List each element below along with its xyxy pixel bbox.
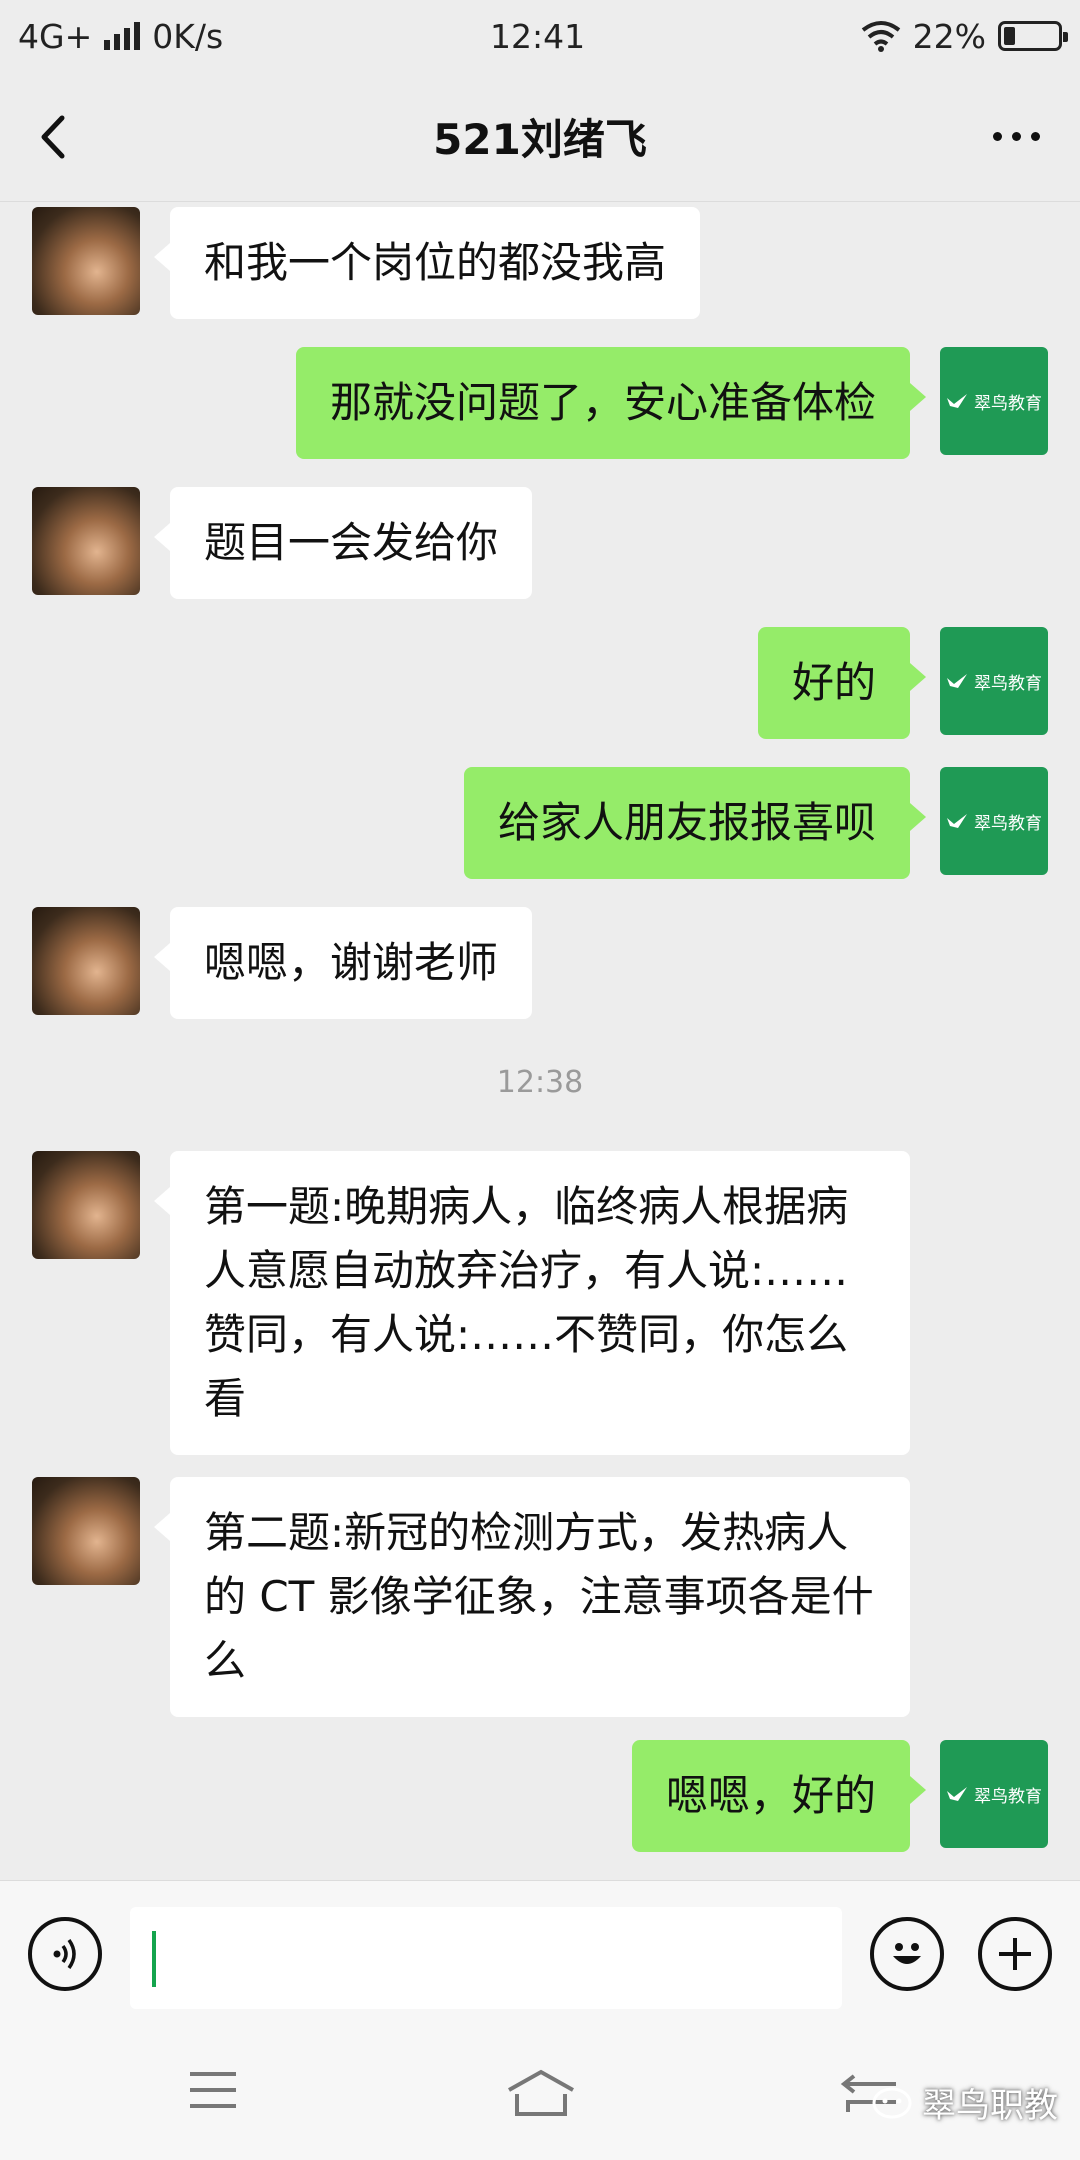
message-bubble[interactable]: 给家人朋友报报喜呗 bbox=[463, 767, 927, 879]
status-time: 12:41 bbox=[490, 16, 586, 56]
message-bubble[interactable]: 题目一会发给你 bbox=[153, 487, 533, 599]
menu-icon[interactable] bbox=[188, 2068, 238, 2112]
self-avatar[interactable]: 翠鸟教育 bbox=[940, 347, 1048, 455]
contact-avatar[interactable] bbox=[32, 907, 140, 1015]
self-avatar[interactable]: 翠鸟教育 bbox=[940, 767, 1048, 875]
battery-percent: 22% bbox=[912, 16, 986, 56]
battery-icon bbox=[998, 21, 1068, 51]
signal-icon bbox=[104, 22, 141, 50]
home-icon[interactable] bbox=[505, 2068, 577, 2118]
message-bubble[interactable]: 嗯嗯，好的 bbox=[631, 1740, 927, 1852]
bird-logo-icon bbox=[947, 1787, 967, 1801]
emoji-icon bbox=[893, 1943, 921, 1964]
more-options-icon[interactable] bbox=[993, 132, 1040, 141]
message-bubble[interactable]: 第二题:新冠的检测方式，发热病人的 CT 影像学征象，注意事项各是什么 bbox=[154, 1477, 910, 1717]
contact-avatar[interactable] bbox=[32, 1151, 140, 1259]
emoji-button[interactable] bbox=[870, 1917, 944, 1991]
watermark-text: 翠鸟职教 bbox=[922, 2086, 1058, 2126]
network-speed: 0K/s bbox=[152, 16, 224, 56]
system-navigation-bar: 翠鸟职教 bbox=[0, 2030, 1080, 2160]
bird-logo-icon bbox=[947, 814, 967, 828]
message-bubble[interactable]: 和我一个岗位的都没我高 bbox=[153, 207, 701, 319]
status-left: 4G+ 0K/s bbox=[18, 17, 223, 56]
bird-logo-icon bbox=[947, 394, 967, 408]
message-bubble[interactable]: 第一题:晚期病人，临终病人根据病人意愿自动放弃治疗，有人说:……赞同，有人说:…… bbox=[154, 1151, 910, 1455]
message-bubble[interactable]: 那就没问题了，安心准备体检 bbox=[295, 347, 927, 459]
back-icon[interactable] bbox=[30, 112, 80, 162]
network-type: 4G+ bbox=[18, 16, 93, 56]
contact-avatar[interactable] bbox=[32, 487, 140, 595]
message-bubble[interactable]: 好的 bbox=[757, 627, 927, 739]
contact-avatar[interactable] bbox=[32, 1477, 140, 1585]
voice-input-button[interactable] bbox=[28, 1917, 102, 1991]
message-timestamp: 12:38 bbox=[496, 1065, 584, 1100]
contact-avatar[interactable] bbox=[32, 207, 140, 315]
self-avatar[interactable]: 翠鸟教育 bbox=[940, 627, 1048, 735]
message-bubble[interactable]: 嗯嗯，谢谢老师 bbox=[153, 907, 533, 1019]
watermark: 翠鸟职教 bbox=[872, 2078, 1058, 2127]
wechat-channel-icon bbox=[872, 2087, 912, 2118]
text-caret bbox=[152, 1931, 156, 1987]
plus-icon bbox=[999, 1938, 1031, 1970]
message-input[interactable] bbox=[130, 1907, 842, 2009]
more-functions-button[interactable] bbox=[978, 1917, 1052, 1991]
self-avatar[interactable]: 翠鸟教育 bbox=[940, 1740, 1048, 1848]
input-bar bbox=[0, 1880, 1080, 2030]
wifi-icon bbox=[861, 21, 900, 52]
message-list[interactable]: 和我一个岗位的都没我高 翠鸟教育 那就没问题了，安心准备体检 题目一会发给你 翠… bbox=[0, 203, 1080, 1880]
chat-title: 521刘绪飞 bbox=[433, 115, 647, 164]
status-right: 22% bbox=[861, 16, 1068, 56]
status-bar: 4G+ 0K/s 12:41 22% bbox=[0, 0, 1080, 72]
voice-icon bbox=[53, 1938, 76, 1970]
chat-header: 521刘绪飞 bbox=[0, 72, 1080, 202]
bird-logo-icon bbox=[947, 674, 967, 688]
